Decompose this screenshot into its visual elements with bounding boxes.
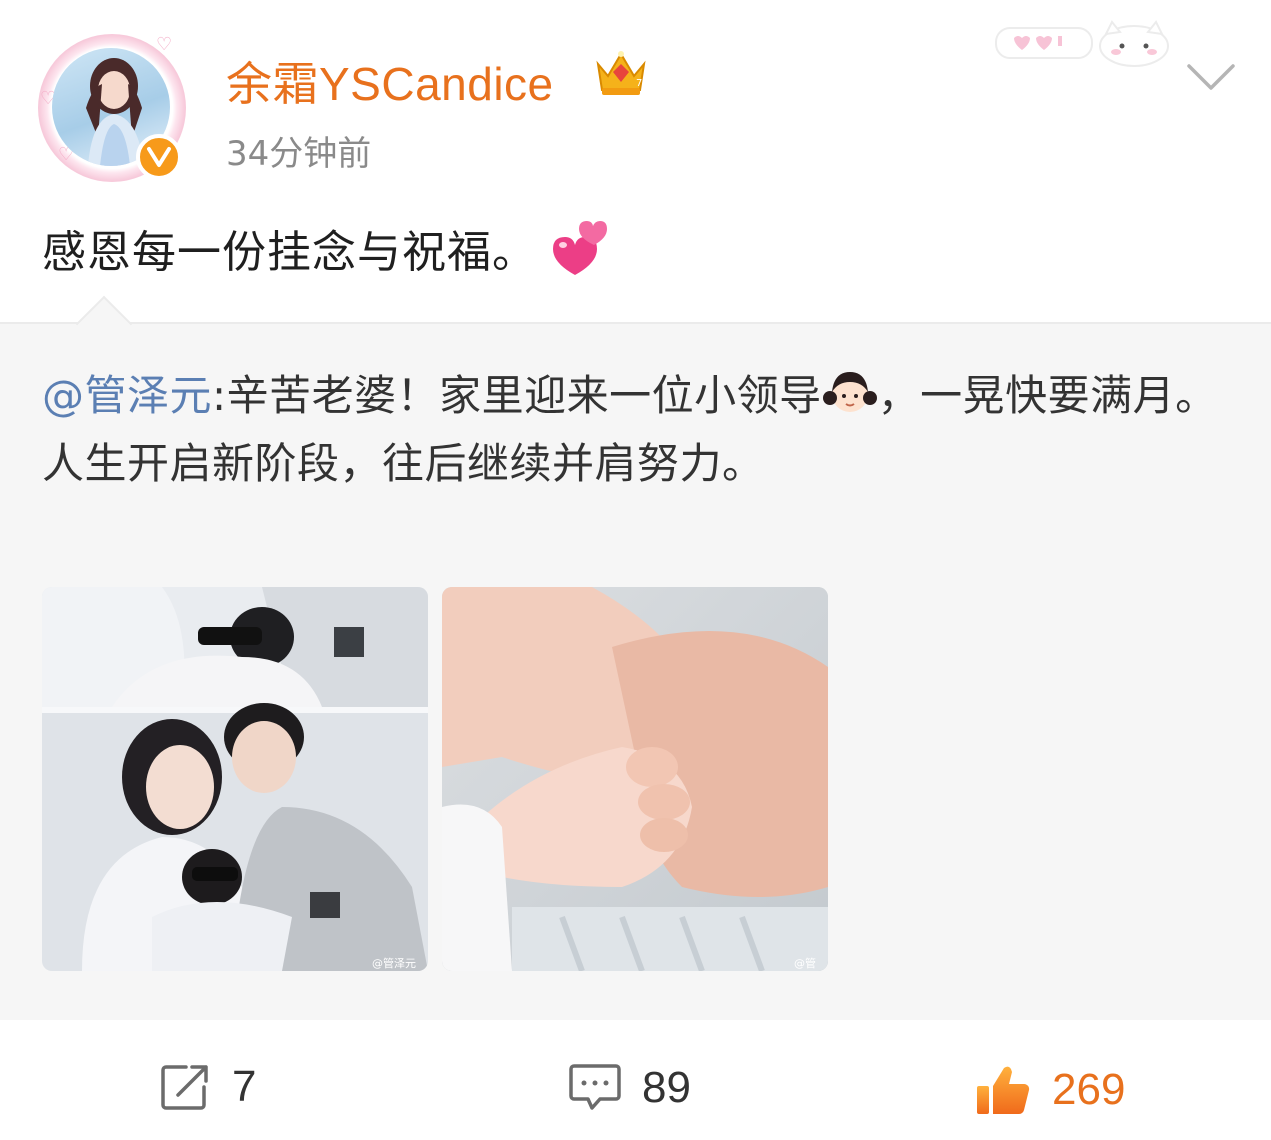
share-icon [161,1065,208,1110]
repost-button[interactable]: 7 [160,1062,256,1112]
heart-icon: ♡ [156,34,173,55]
repost-photo-2[interactable]: @管 [442,587,828,971]
repost-photo-1[interactable]: @管泽元 [42,587,428,971]
like-count: 269 [1052,1065,1126,1114]
comment-button[interactable]: 89 [568,1062,691,1114]
comment-count: 89 [642,1063,691,1112]
username[interactable]: 余霜YSCandice [226,48,554,114]
crown-icon: 7 [596,51,646,95]
chevron-down-icon[interactable] [1186,62,1236,92]
two-hearts-icon [553,221,607,275]
repost-count: 7 [232,1062,257,1111]
mention-link[interactable]: @管泽元 [42,371,212,420]
like-button[interactable]: 269 [974,1062,1125,1118]
post-time: 34分钟前 [226,134,372,174]
post-text-content: 感恩每一份挂念与祝福。 [42,227,537,278]
post-text: 感恩每一份挂念与祝福。 [42,216,607,280]
decoration-sticker-icon [995,20,1169,67]
photo-watermark: @管 [794,956,816,970]
action-bar: 7 89 269 [0,1020,1271,1140]
girl-emoji-icon [822,372,877,412]
photo-watermark: @管泽元 [372,956,416,970]
comment-icon [569,1064,621,1110]
repost-text-part1: :辛苦老婆！家里迎来一位小领导 [212,371,822,420]
repost-text-line2: 人生开启新阶段，往后继续并肩努力。 [42,439,765,488]
verified-badge-icon [136,134,182,180]
avatar[interactable]: ♡ ♡ ♡ [38,34,190,184]
svg-text:7: 7 [636,78,642,89]
repost-text-part2: ，一晃快要满月。 [877,371,1218,420]
thumbs-up-icon [977,1066,1030,1115]
repost-text: @管泽元:辛苦老婆！家里迎来一位小领导 ，一晃快要满月。 人生开启新阶段，往后继… [42,362,1232,498]
